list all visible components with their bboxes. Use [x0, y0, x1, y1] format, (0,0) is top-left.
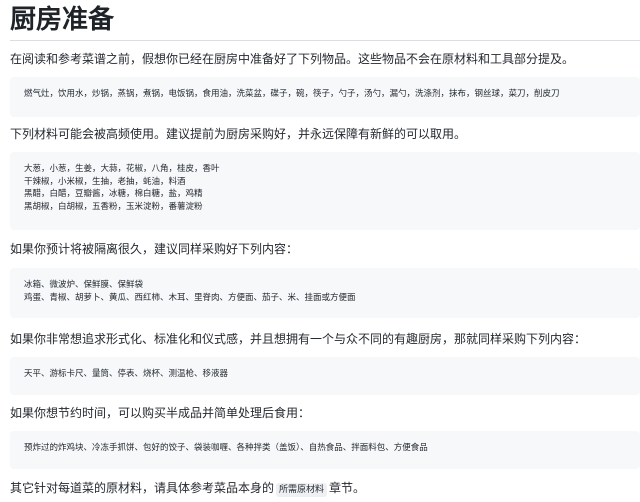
- section-2-line-3: 黑醋，白醋，豆瓣酱，冰糖，棉白糖，盐，鸡精: [24, 189, 203, 200]
- section-5-intro: 如果你想节约时间，可以购买半成品并简单处理后食用：: [10, 406, 311, 420]
- document-page: 厨房准备 在阅读和参考菜谱之前，假想你已经在厨房中准备好了下列物品。这些物品不会…: [0, 0, 640, 502]
- section-2-intro: 下列材料可能会被高频使用。建议提前为厨房采购好，并永远保障有新鲜的可以取用。: [10, 127, 467, 141]
- section-5-code-block: 预炸过的炸鸡块、冷冻手抓饼、包好的饺子、袋装咖喱、各种拌类（盖饭）、自热食品、拌…: [10, 431, 640, 469]
- section-1-code-block: 燃气灶，饮用水，炒锅，蒸锅，煮锅，电饭锅，食用油，洗菜盆，碟子，碗，筷子，勺子，…: [10, 77, 640, 117]
- section-2-line-1: 大葱，小葱，生姜，大蒜，花椒，八角，桂皮，香叶: [24, 164, 220, 174]
- section-2-line-2: 干辣椒，小米椒，生抽，老抽，蚝油，料酒: [24, 176, 186, 187]
- section-2-code-block: 大葱，小葱，生姜，大蒜，花椒，八角，桂皮，香叶 干辣椒，小米椒，生抽，老抽，蚝油…: [10, 152, 640, 230]
- footer-text-before: 其它针对每道菜的原材料，请具体参考菜品本身的: [10, 481, 275, 495]
- section-1-intro: 在阅读和参考菜谱之前，假想你已经在厨房中准备好了下列物品。这些物品不会在原材料和…: [10, 52, 575, 66]
- section-5-line-1: 预炸过的炸鸡块、冷冻手抓饼、包好的饺子、袋装咖喱、各种拌类（盖饭）、自热食品、拌…: [24, 443, 428, 453]
- title-divider: [10, 40, 640, 41]
- inline-code-ingredients: 所需原材料: [276, 483, 328, 497]
- section-1-line-1: 燃气灶，饮用水，炒锅，蒸锅，煮锅，电饭锅，食用油，洗菜盆，碟子，碗，筷子，勺子，…: [24, 89, 560, 99]
- section-4-intro: 如果你非常想追求形式化、标准化和仪式感，并且想拥有一个与众不同的有趣厨房，那就同…: [10, 332, 587, 346]
- section-4-code-block: 天平、游标卡尺、量筒、停表、烧杯、测温枪、移液器: [10, 357, 640, 395]
- footer-note: 其它针对每道菜的原材料，请具体参考菜品本身的 所需原材料 章节。: [10, 479, 365, 497]
- section-2-line-4: 黑胡椒，白胡椒，五香粉，玉米淀粉，番薯淀粉: [24, 201, 203, 212]
- section-3-line-1: 冰箱、微波炉、保鲜膜、保鲜袋: [24, 280, 144, 290]
- section-3-code-block: 冰箱、微波炉、保鲜膜、保鲜袋 鸡蛋、青椒、胡萝卜、黄瓜、西红柿、木耳、里脊肉、方…: [10, 268, 640, 318]
- footer-text-after: 章节。: [329, 481, 366, 495]
- section-4-line-1: 天平、游标卡尺、量筒、停表、烧杯、测温枪、移液器: [24, 369, 229, 379]
- section-3-line-2: 鸡蛋、青椒、胡萝卜、黄瓜、西红柿、木耳、里脊肉、方便面、茄子、米、挂面或方便面: [24, 292, 356, 303]
- section-3-intro: 如果你预计将被隔离很久，建议同样采购好下列内容：: [10, 242, 299, 256]
- page-title: 厨房准备: [10, 5, 115, 35]
